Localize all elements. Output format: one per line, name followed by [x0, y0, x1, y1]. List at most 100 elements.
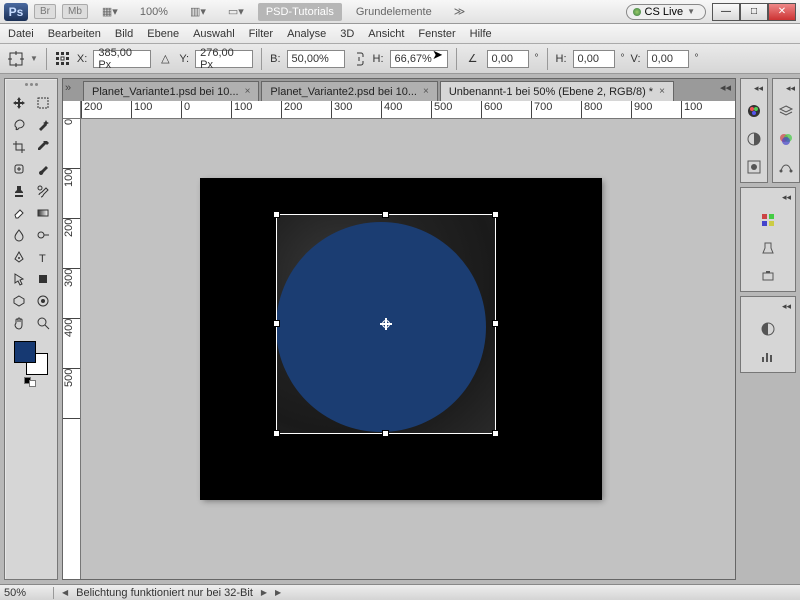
menu-auswahl[interactable]: Auswahl [193, 28, 235, 40]
crop-tool[interactable] [8, 137, 30, 157]
move-tool[interactable] [8, 93, 30, 113]
eraser-tool[interactable] [8, 203, 30, 223]
marquee-tool[interactable] [32, 93, 54, 113]
transform-center-icon[interactable] [380, 318, 392, 330]
transform-handle[interactable] [382, 211, 389, 218]
transform-handle[interactable] [382, 430, 389, 437]
expand-dock-icon[interactable]: ◂◂ [782, 301, 791, 312]
window-close-button[interactable]: ✕ [768, 3, 796, 21]
path-select-tool[interactable] [8, 269, 30, 289]
masks-panel-icon[interactable] [743, 156, 765, 178]
expand-dock-icon[interactable]: ◂◂ [786, 83, 795, 94]
magic-wand-tool[interactable] [32, 115, 54, 135]
expand-dock-icon[interactable]: ◂◂ [754, 83, 763, 94]
dodge-tool[interactable] [32, 225, 54, 245]
w-field[interactable]: 50,00% [287, 50, 345, 68]
vertical-ruler[interactable]: 0100200300400500 [63, 119, 81, 579]
menu-hilfe[interactable]: Hilfe [470, 28, 492, 40]
canvas-stage[interactable] [81, 119, 735, 579]
expand-panels-icon[interactable]: ◂◂ [720, 81, 731, 94]
tool-preset-dropdown[interactable]: ▼ [30, 54, 38, 63]
hand-tool[interactable] [8, 313, 30, 333]
layers-panel-icon[interactable] [775, 100, 797, 122]
healing-tool[interactable] [8, 159, 30, 179]
document-tab[interactable]: Planet_Variante2.psd bei 10...× [261, 81, 437, 101]
close-tab-icon[interactable]: × [659, 86, 665, 97]
actions-panel-icon[interactable] [757, 265, 779, 287]
stamp-tool[interactable] [8, 181, 30, 201]
color-panel-icon[interactable] [743, 100, 765, 122]
cs-live-button[interactable]: CS Live▼ [626, 4, 706, 20]
default-colors-icon[interactable] [24, 377, 38, 387]
transform-bounding-box[interactable] [276, 214, 496, 434]
bridge-button[interactable]: Br [34, 4, 56, 19]
menu-datei[interactable]: Datei [8, 28, 34, 40]
eyedropper-tool[interactable] [32, 137, 54, 157]
close-tab-icon[interactable]: × [245, 86, 251, 97]
menu-3d[interactable]: 3D [340, 28, 354, 40]
transform-handle[interactable] [273, 430, 280, 437]
menu-filter[interactable]: Filter [249, 28, 273, 40]
zoom-level[interactable]: 100% [132, 4, 176, 20]
swatches-panel-icon[interactable] [757, 209, 779, 231]
minibridge-button[interactable]: Mb [62, 4, 88, 19]
status-prev-icon[interactable]: ◀ [62, 588, 68, 597]
panel-grip[interactable] [11, 83, 51, 89]
skew-v-field[interactable]: 0,00 [647, 50, 689, 68]
histogram-panel-icon[interactable] [757, 346, 779, 368]
transform-handle[interactable] [273, 211, 280, 218]
foreground-color[interactable] [14, 341, 36, 363]
3d-camera-tool[interactable] [32, 291, 54, 311]
color-swatches[interactable] [14, 341, 48, 375]
screenmode-button[interactable]: ▭▾ [220, 3, 252, 20]
status-zoom[interactable]: 50% [4, 587, 54, 599]
window-maximize-button[interactable]: □ [740, 3, 768, 21]
menu-bearbeiten[interactable]: Bearbeiten [48, 28, 101, 40]
x-field[interactable]: 385,00 Px [93, 50, 151, 68]
pen-tool[interactable] [8, 247, 30, 267]
menu-ebene[interactable]: Ebene [147, 28, 179, 40]
blur-tool[interactable] [8, 225, 30, 245]
view-extras-button[interactable]: ▦▾ [94, 3, 126, 20]
menu-analyse[interactable]: Analyse [287, 28, 326, 40]
reference-point-icon[interactable] [55, 51, 71, 67]
shape-tool[interactable] [32, 269, 54, 289]
brush-tool[interactable] [32, 159, 54, 179]
workspace-grundelemente[interactable]: Grundelemente [348, 4, 440, 20]
link-wh-icon[interactable] [351, 51, 367, 67]
status-next-icon[interactable]: ▶ [261, 588, 267, 597]
menu-ansicht[interactable]: Ansicht [368, 28, 404, 40]
ruler-origin[interactable] [63, 101, 81, 119]
adjustments-panel-icon[interactable] [743, 128, 765, 150]
close-tab-icon[interactable]: × [423, 86, 429, 97]
3d-tool[interactable] [8, 291, 30, 311]
document-tab[interactable]: Unbenannt-1 bei 50% (Ebene 2, RGB/8) *× [440, 81, 674, 101]
arrange-button[interactable]: ▥▾ [182, 3, 214, 20]
workspace-more[interactable]: ≫ [446, 3, 474, 20]
status-menu-icon[interactable]: ▶ [275, 588, 281, 597]
transform-handle[interactable] [273, 320, 280, 327]
gradient-tool[interactable] [32, 203, 54, 223]
styles-panel-icon[interactable] [757, 237, 779, 259]
channels-panel-icon[interactable] [775, 128, 797, 150]
navigator-panel-icon[interactable] [757, 318, 779, 340]
paths-panel-icon[interactable] [775, 156, 797, 178]
h-field[interactable]: 66,67% [390, 50, 448, 68]
horizontal-ruler[interactable]: 2001000100200300400500600700800900100 [81, 101, 735, 119]
delta-icon[interactable]: △ [157, 51, 173, 67]
y-field[interactable]: 276,00 Px [195, 50, 253, 68]
expand-docs-left[interactable]: » [65, 82, 71, 94]
type-tool[interactable]: T [32, 247, 54, 267]
lasso-tool[interactable] [8, 115, 30, 135]
transform-handle[interactable] [492, 430, 499, 437]
expand-dock-icon[interactable]: ◂◂ [782, 192, 791, 203]
zoom-tool[interactable] [32, 313, 54, 333]
menu-bild[interactable]: Bild [115, 28, 133, 40]
workspace-tutorials[interactable]: PSD-Tutorials [258, 3, 342, 21]
transform-handle[interactable] [492, 320, 499, 327]
skew-h-field[interactable]: 0,00 [573, 50, 615, 68]
window-minimize-button[interactable]: — [712, 3, 740, 21]
angle-field[interactable]: 0,00 [487, 50, 529, 68]
transform-handle[interactable] [492, 211, 499, 218]
menu-fenster[interactable]: Fenster [418, 28, 455, 40]
